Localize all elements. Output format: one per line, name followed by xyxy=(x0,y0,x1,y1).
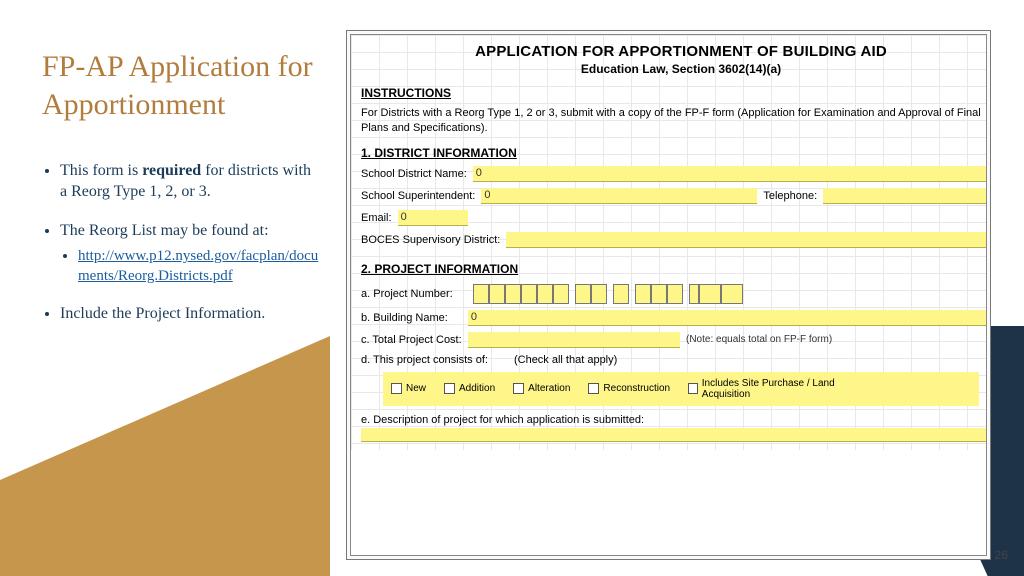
description-label: e. Description of project for which appl… xyxy=(361,414,644,426)
reorg-list-link[interactable]: http://www.p12.nysed.gov/facplan/documen… xyxy=(78,248,318,284)
form-screenshot: APPLICATION FOR APPORTIONMENT OF BUILDIN… xyxy=(346,30,991,560)
total-cost-field[interactable] xyxy=(468,332,680,348)
checkbox-reconstruction[interactable]: Reconstruction xyxy=(588,383,670,394)
instructions-heading: INSTRUCTIONS xyxy=(361,86,987,100)
bullet-1-pre: This form is xyxy=(60,162,142,179)
form-title: APPLICATION FOR APPORTIONMENT OF BUILDIN… xyxy=(361,43,987,60)
building-name-label: b. Building Name: xyxy=(361,312,448,324)
building-name-field[interactable]: 0 xyxy=(468,310,987,326)
total-cost-note: (Note: equals total on FP-F form) xyxy=(686,334,832,345)
bullet-1: This form is required for districts with… xyxy=(60,161,322,203)
checkbox-site-purchase-label: Includes Site Purchase / Land Acquisitio… xyxy=(702,378,858,400)
consists-of-hint: (Check all that apply) xyxy=(514,354,617,366)
checkbox-site-purchase[interactable]: Includes Site Purchase / Land Acquisitio… xyxy=(688,378,858,400)
email-field[interactable]: 0 xyxy=(398,210,468,226)
boces-field[interactable] xyxy=(506,232,987,248)
project-number-label: a. Project Number: xyxy=(361,288,453,300)
slide-bullets: This form is required for districts with… xyxy=(42,161,322,325)
section-1-heading: 1. DISTRICT INFORMATION xyxy=(361,146,987,160)
project-number-boxes[interactable] xyxy=(473,284,743,304)
bullet-2-sublink-item: http://www.p12.nysed.gov/facplan/documen… xyxy=(78,247,322,286)
telephone-field[interactable] xyxy=(823,188,987,204)
section-2-heading: 2. PROJECT INFORMATION xyxy=(361,262,987,276)
district-name-label: School District Name: xyxy=(361,168,467,180)
bullet-2-text: The Reorg List may be found at: xyxy=(60,222,269,239)
district-name-field[interactable]: 0 xyxy=(473,166,987,182)
checkbox-alteration-label: Alteration xyxy=(528,383,570,394)
slide-title: FP-AP Application for Apportionment xyxy=(42,48,322,123)
bullet-1-bold: required xyxy=(142,162,201,179)
checkbox-addition[interactable]: Addition xyxy=(444,383,495,394)
bullet-2: The Reorg List may be found at: http://w… xyxy=(60,221,322,287)
checkbox-new-label: New xyxy=(406,383,426,394)
superintendent-field[interactable]: 0 xyxy=(481,188,757,204)
checkbox-addition-label: Addition xyxy=(459,383,495,394)
page-number: 26 xyxy=(995,548,1008,562)
boces-label: BOCES Supervisory District: xyxy=(361,234,500,246)
checkbox-reconstruction-label: Reconstruction xyxy=(603,383,670,394)
total-cost-label: c. Total Project Cost: xyxy=(361,334,462,346)
decor-gold-triangle xyxy=(0,336,330,576)
superintendent-label: School Superintendent: xyxy=(361,190,475,202)
consists-of-label: d. This project consists of: xyxy=(361,354,488,366)
bullet-3: Include the Project Information. xyxy=(60,304,322,325)
project-type-checkbox-row: New Addition Alteration Reconstruction I… xyxy=(383,372,979,406)
description-field[interactable] xyxy=(361,428,987,442)
form-subtitle: Education Law, Section 3602(14)(a) xyxy=(361,62,987,76)
telephone-label: Telephone: xyxy=(763,190,817,202)
checkbox-alteration[interactable]: Alteration xyxy=(513,383,570,394)
email-label: Email: xyxy=(361,212,392,224)
checkbox-new[interactable]: New xyxy=(391,383,426,394)
instructions-text: For Districts with a Reorg Type 1, 2 or … xyxy=(361,106,987,136)
